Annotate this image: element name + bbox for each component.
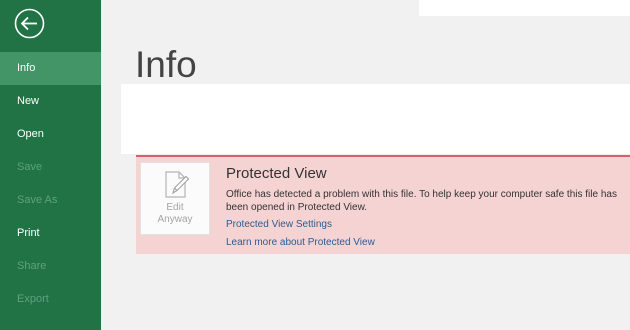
sidebar-item-save: Save [17,161,43,173]
sidebar-item-export: Export [17,293,49,305]
top-panel [419,0,630,16]
sidebar-item-save-as: Save As [17,194,58,206]
protected-view-settings-link[interactable]: Protected View Settings [226,219,332,230]
learn-more-link[interactable]: Learn more about Protected View [226,237,375,248]
sidebar-item-print[interactable]: Print [0,217,101,250]
sidebar-item-new[interactable]: New [0,85,101,118]
backstage-view: Info New Open Save Save As Print Share E… [0,0,630,330]
sidebar-item-share: Share [17,260,47,272]
edit-anyway-button[interactable]: Edit Anyway [140,162,210,235]
backstage-sidebar: Info New Open Save Save As Print Share E… [0,0,101,330]
sidebar-item-info[interactable]: Info [0,52,101,85]
back-button[interactable] [14,8,45,39]
sidebar-item-open[interactable]: Open [0,118,101,151]
protected-view-banner: Edit Anyway Protected View Office has de… [136,155,630,254]
protected-view-message: Office has detected a problem with this … [226,189,617,213]
page-title: Info [135,44,197,85]
edit-document-icon [165,171,190,198]
back-arrow-icon [14,8,45,39]
info-panel [121,84,630,154]
protected-view-title: Protected View [226,165,327,182]
edit-anyway-label: Edit Anyway [157,202,193,225]
